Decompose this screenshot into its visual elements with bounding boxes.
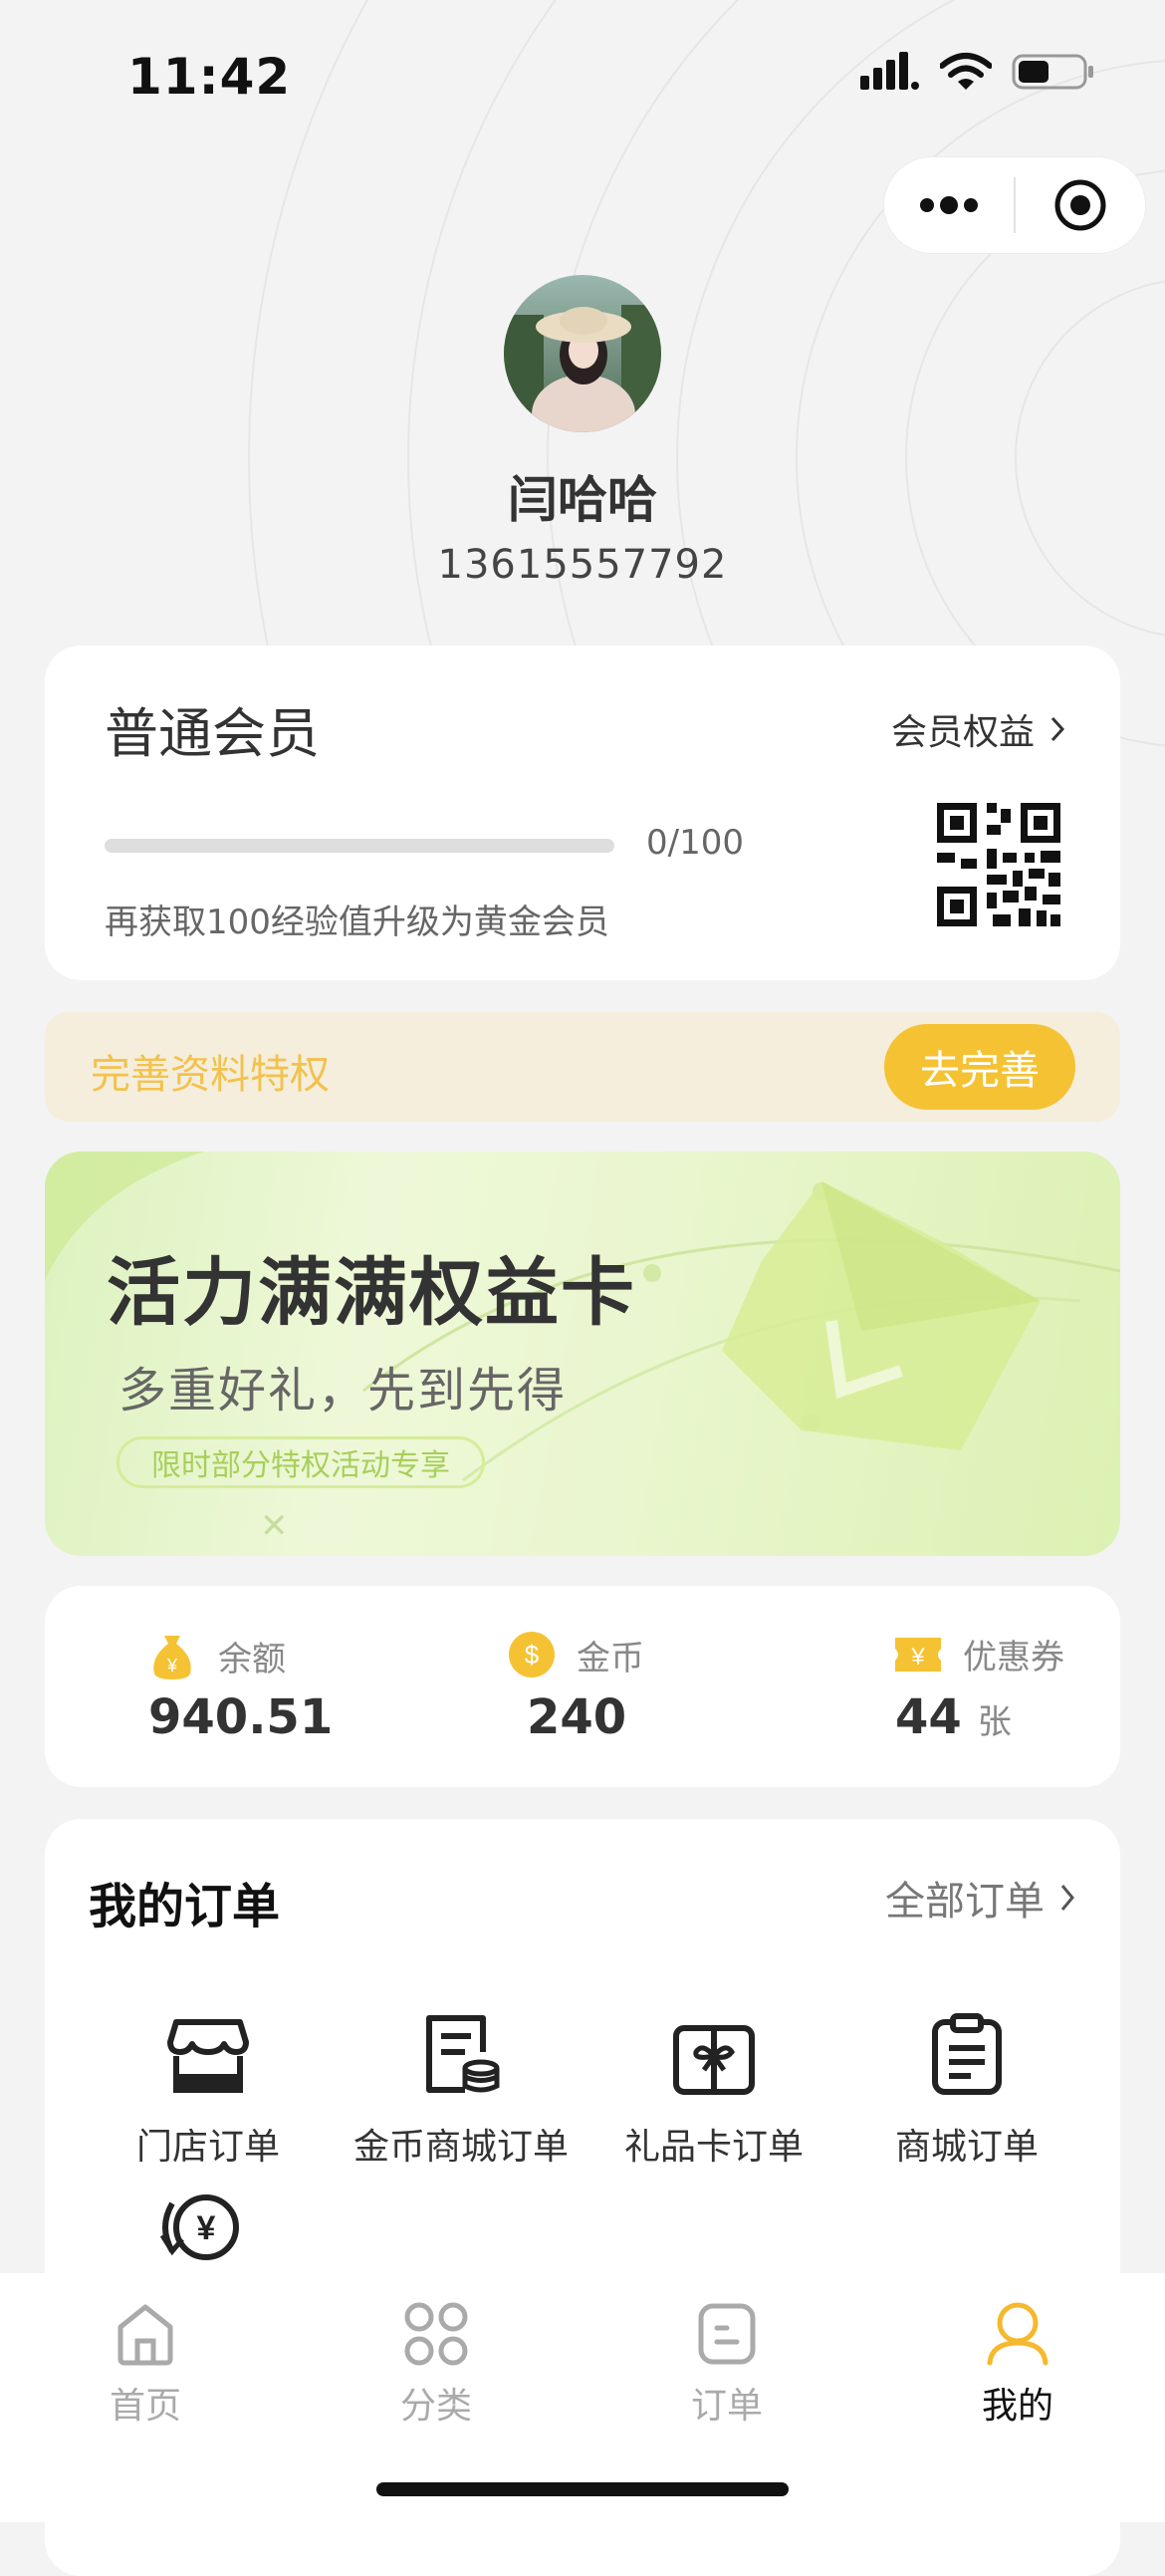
mini-program-capsule [884, 157, 1145, 253]
all-orders-label: 全部订单 [885, 1879, 1045, 1925]
home-indicator [376, 2482, 789, 2496]
coin-icon: $ [509, 1632, 555, 1677]
tab-profile[interactable]: 我的 [918, 2295, 1117, 2429]
complete-profile-button[interactable]: 去完善 [884, 1024, 1075, 1110]
refund-orders-item[interactable]: ¥ [154, 2190, 246, 2269]
chevron-right-icon [1050, 716, 1064, 742]
clipboard-icon [932, 2013, 1002, 2095]
tab-profile-label: 我的 [981, 2386, 1053, 2427]
balance-item[interactable]: ¥ 余额 940.51 [45, 1586, 403, 1787]
status-icons [860, 52, 1095, 92]
qr-code-icon[interactable] [937, 803, 1060, 926]
more-dots-icon [920, 196, 978, 214]
tab-category-label: 分类 [399, 2386, 472, 2427]
gift-card-orders-label: 礼品卡订单 [623, 2127, 804, 2168]
svg-text:¥: ¥ [166, 1656, 178, 1675]
home-icon [117, 2304, 173, 2366]
avatar-photo [504, 275, 661, 432]
money-bag-icon: ¥ [153, 1636, 191, 1679]
coins-label-row: $ 金币 [507, 1630, 644, 1679]
complete-profile-banner: 完善资料特权 去完善 [45, 1012, 1120, 1122]
coupons-value: 44 [895, 1689, 962, 1745]
store-icon [167, 2019, 249, 2093]
upgrade-hint: 再获取100经验值升级为黄金会员 [105, 902, 609, 942]
privilege-text: 完善资料特权 [91, 1052, 330, 1098]
tab-category[interactable]: 分类 [337, 2295, 536, 2429]
category-icon [404, 2302, 468, 2366]
gift-card-icon [673, 2025, 755, 2095]
coins-value: 240 [527, 1689, 627, 1745]
svg-text:¥: ¥ [910, 1644, 925, 1671]
banner-subtitle: 多重好礼，先到先得 [118, 1363, 568, 1418]
exp-progress-bar [105, 839, 614, 853]
coupons-unit: 张 [977, 1702, 1012, 1742]
coupons-value-row: 44 张 [895, 1689, 1012, 1745]
coin-mall-orders-label: 金币商城订单 [352, 2127, 569, 2168]
store-orders-label: 门店订单 [135, 2127, 280, 2168]
store-orders-item[interactable]: 门店订单 [79, 1996, 338, 2170]
coin-mall-icon [426, 2015, 500, 2093]
tab-home[interactable]: 首页 [46, 2295, 245, 2429]
orders-title: 我的订单 [89, 1879, 281, 1934]
coupons-item[interactable]: ¥ 优惠券 44 张 [762, 1586, 1120, 1787]
target-circle-icon [1054, 179, 1106, 231]
signal-icon [860, 52, 919, 90]
exp-progress-text: 0/100 [646, 823, 744, 863]
coupons-label: 优惠券 [963, 1638, 1064, 1677]
member-level: 普通会员 [105, 702, 320, 765]
user-phone: 13615557792 [437, 542, 728, 588]
balance-label-row: ¥ 余额 [146, 1630, 286, 1681]
close-miniprogram-button[interactable] [1016, 157, 1145, 253]
balance-label: 余额 [218, 1639, 286, 1679]
assets-card: ¥ 余额 940.51 $ 金币 240 ¥ 优惠券 44 张 [45, 1586, 1120, 1787]
all-orders-link[interactable]: 全部订单 [885, 1869, 1074, 1927]
tab-orders-label: 订单 [690, 2386, 763, 2427]
member-benefits-label: 会员权益 [890, 712, 1035, 753]
balance-value: 940.51 [148, 1689, 334, 1745]
coins-label: 金币 [577, 1638, 644, 1678]
more-button[interactable] [884, 157, 1014, 253]
mall-orders-item[interactable]: 商城订单 [837, 1996, 1096, 2170]
avatar[interactable] [504, 275, 661, 432]
refund-icon: ¥ [159, 2194, 239, 2260]
member-card: 普通会员 会员权益 0/100 再获取100经验值升级为黄金会员 [45, 645, 1120, 980]
banner-tag: 限时部分特权活动专享 [116, 1436, 485, 1488]
coin-mall-orders-item[interactable]: 金币商城订单 [332, 1996, 590, 2170]
profile-icon [987, 2302, 1048, 2366]
chevron-right-icon [1060, 1885, 1074, 1911]
wifi-icon [940, 53, 992, 90]
member-benefits-link[interactable]: 会员权益 [891, 703, 1064, 755]
coupon-icon: ¥ [895, 1637, 941, 1672]
user-name: 闫哈哈 [508, 471, 657, 529]
svg-text:$: $ [525, 1640, 540, 1670]
mall-orders-label: 商城订单 [894, 2127, 1039, 2168]
banner-close-icon[interactable]: ✕ [260, 1506, 289, 1546]
battery-icon [1012, 54, 1093, 90]
coupons-label-row: ¥ 优惠券 [893, 1630, 1064, 1678]
banner-title: 活力满满权益卡 [107, 1250, 636, 1336]
order-icon [698, 2303, 756, 2365]
coins-item[interactable]: $ 金币 240 [403, 1586, 762, 1787]
gift-card-orders-item[interactable]: 礼品卡订单 [584, 1996, 843, 2170]
status-time: 11:42 [127, 48, 292, 106]
promo-banner[interactable]: 活力满满权益卡 多重好礼，先到先得 限时部分特权活动专享 ✕ [45, 1152, 1120, 1556]
tab-orders[interactable]: 订单 [627, 2295, 826, 2429]
svg-text:¥: ¥ [197, 2209, 216, 2247]
tab-home-label: 首页 [109, 2386, 181, 2427]
